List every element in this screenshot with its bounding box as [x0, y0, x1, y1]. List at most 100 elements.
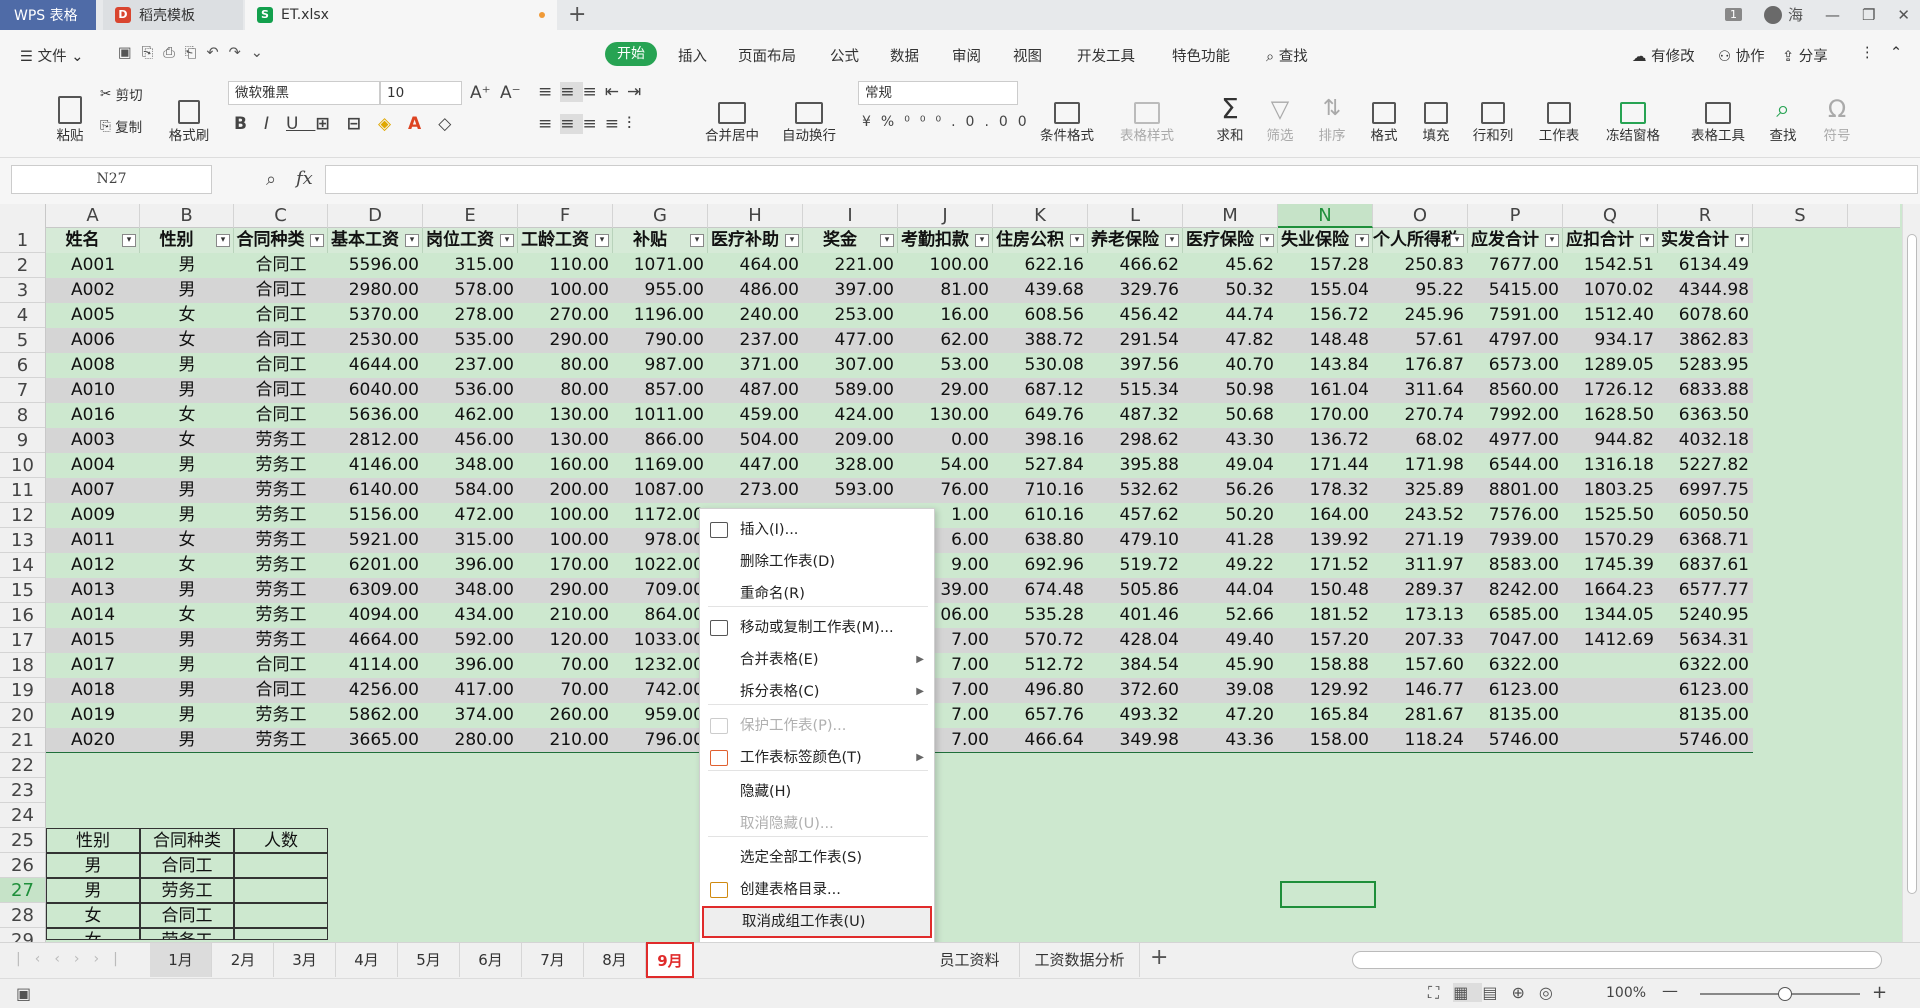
table-cell[interactable]: 76.00	[898, 478, 993, 503]
column-header-H[interactable]: H	[708, 204, 803, 228]
outdent-icon[interactable]: ⇥	[627, 82, 649, 102]
table-cell[interactable]: 6050.50	[1658, 503, 1753, 528]
table-cell[interactable]: 1022.00	[613, 553, 708, 578]
table-cell[interactable]: 987.00	[613, 353, 708, 378]
table-cell[interactable]: 530.08	[993, 353, 1088, 378]
distribute-icon[interactable]: ⫶	[627, 114, 639, 134]
table-cell[interactable]: 男	[140, 578, 234, 603]
table-cell[interactable]: 1664.23	[1563, 578, 1658, 603]
table-cell[interactable]: 47.82	[1183, 328, 1278, 353]
table-cell[interactable]: 456.00	[423, 428, 518, 453]
row-header-28[interactable]: 28	[0, 903, 45, 928]
normal-view-icon[interactable]: ▦	[1453, 983, 1483, 1002]
search-button[interactable]: ⌕ 查找	[1266, 45, 1308, 66]
table-cell[interactable]: 5283.95	[1658, 353, 1753, 378]
filter-dropdown-icon[interactable]: ▾	[1640, 234, 1654, 247]
table-cell[interactable]: 女	[140, 303, 234, 328]
filter-dropdown-icon[interactable]: ▾	[785, 234, 799, 247]
tab-start[interactable]: 开始	[605, 42, 657, 66]
context-menu-item[interactable]: 重命名(R)	[700, 578, 934, 610]
table-cell[interactable]: 866.00	[613, 428, 708, 453]
table-cell[interactable]: 1071.00	[613, 253, 708, 278]
table-cell[interactable]: 4977.00	[1468, 428, 1563, 453]
table-cell[interactable]: 100.00	[898, 253, 993, 278]
format-button[interactable]: 格式	[1362, 82, 1406, 144]
table-cell[interactable]: 劳务工	[234, 503, 328, 528]
table-cell[interactable]: 210.00	[518, 603, 613, 628]
table-cell[interactable]: 4146.00	[328, 453, 423, 478]
table-cell[interactable]: 100.00	[518, 278, 613, 303]
table-cell[interactable]: 男	[140, 653, 234, 678]
tab-daoke-template[interactable]: D 稻壳模板	[103, 0, 243, 30]
table-cell[interactable]: 742.00	[613, 678, 708, 703]
row-header-22[interactable]: 22	[0, 753, 45, 778]
column-header-M[interactable]: M	[1183, 204, 1278, 228]
zoom-formula-icon[interactable]: ⌕	[266, 169, 276, 190]
table-cell[interactable]: 6577.77	[1658, 578, 1753, 603]
table-cell[interactable]: 劳务工	[234, 478, 328, 503]
table-cell[interactable]: 200.00	[518, 478, 613, 503]
table-cell[interactable]: 477.00	[803, 328, 898, 353]
tab-wps-home[interactable]: WPS 表格	[0, 0, 96, 30]
horizontal-scrollbar[interactable]	[1352, 951, 1882, 969]
filter-dropdown-icon[interactable]: ▾	[405, 234, 419, 247]
summary-cell[interactable]: 合同工	[140, 903, 234, 928]
table-cell[interactable]: 395.88	[1088, 453, 1183, 478]
table-cell[interactable]: 439.68	[993, 278, 1088, 303]
table-cell[interactable]: 7939.00	[1468, 528, 1563, 553]
context-menu-item[interactable]: 保护工作表(P)...	[700, 710, 934, 742]
table-cell[interactable]: A010	[46, 378, 140, 403]
table-cell[interactable]: 535.28	[993, 603, 1088, 628]
table-cell[interactable]: 4256.00	[328, 678, 423, 703]
number-format-select[interactable]: 常规	[858, 81, 1018, 105]
table-header-cell[interactable]: 奖金 ▾	[803, 228, 898, 253]
context-menu-item[interactable]: 移动或复制工作表(M)...	[700, 612, 934, 644]
table-cell[interactable]: 合同工	[234, 278, 328, 303]
table-cell[interactable]: 139.92	[1278, 528, 1373, 553]
table-cell[interactable]: 417.00	[423, 678, 518, 703]
table-cell[interactable]: 49.22	[1183, 553, 1278, 578]
zoom-out-icon[interactable]: —	[1662, 981, 1678, 1000]
fill-color-icon[interactable]: ◈	[378, 114, 408, 134]
percent-icon[interactable]: %	[881, 114, 904, 130]
table-cell[interactable]: 4032.18	[1658, 428, 1753, 453]
summary-cell[interactable]: 劳务工	[140, 878, 234, 903]
bold-icon[interactable]: B	[234, 114, 264, 134]
context-menu-item[interactable]: 创建表格目录...	[700, 874, 934, 906]
table-cell[interactable]: 1087.00	[613, 478, 708, 503]
table-cell[interactable]: 536.00	[423, 378, 518, 403]
row-header-10[interactable]: 10	[0, 453, 45, 478]
table-header-cell[interactable]: 姓名 ▾	[46, 228, 140, 253]
formula-input[interactable]	[325, 165, 1918, 194]
align-middle-icon[interactable]: ≡	[560, 82, 583, 102]
filter-dropdown-icon[interactable]: ▾	[1260, 234, 1274, 247]
table-cell[interactable]: 221.00	[803, 253, 898, 278]
table-cell[interactable]: 260.00	[518, 703, 613, 728]
font-size-select[interactable]: 10	[380, 81, 462, 105]
sheet-tab[interactable]: 1月	[150, 943, 212, 977]
currency-icon[interactable]: ¥	[862, 114, 881, 130]
summary-header-cell[interactable]: 人数	[234, 828, 328, 853]
table-cell[interactable]: 374.00	[423, 703, 518, 728]
table-cell[interactable]: 女	[140, 553, 234, 578]
select-all-corner[interactable]	[0, 204, 46, 228]
merge-center-button[interactable]: 合并居中	[696, 82, 768, 144]
table-cell[interactable]: 3665.00	[328, 728, 423, 753]
border-icon[interactable]: ⊞	[315, 114, 346, 134]
table-cell[interactable]: 6322.00	[1468, 653, 1563, 678]
row-header-7[interactable]: 7	[0, 378, 45, 403]
table-cell[interactable]: A001	[46, 253, 140, 278]
table-cell[interactable]: 6201.00	[328, 553, 423, 578]
column-header-K[interactable]: K	[993, 204, 1088, 228]
justify-icon[interactable]: ≡	[605, 114, 627, 134]
table-cell[interactable]: 176.87	[1373, 353, 1468, 378]
copy-button[interactable]: ⎘ 复制	[100, 116, 142, 136]
table-cell[interactable]: 4094.00	[328, 603, 423, 628]
table-header-cell[interactable]: 补贴 ▾	[613, 228, 708, 253]
table-header-cell[interactable]: 个人所得税 ▾	[1373, 228, 1468, 253]
table-cell[interactable]: 合同工	[234, 378, 328, 403]
table-cell[interactable]: 589.00	[803, 378, 898, 403]
zoom-slider[interactable]	[1700, 987, 1860, 1001]
row-header-27[interactable]: 27	[0, 878, 45, 903]
table-header-cell[interactable]: 应扣合计 ▾	[1563, 228, 1658, 253]
